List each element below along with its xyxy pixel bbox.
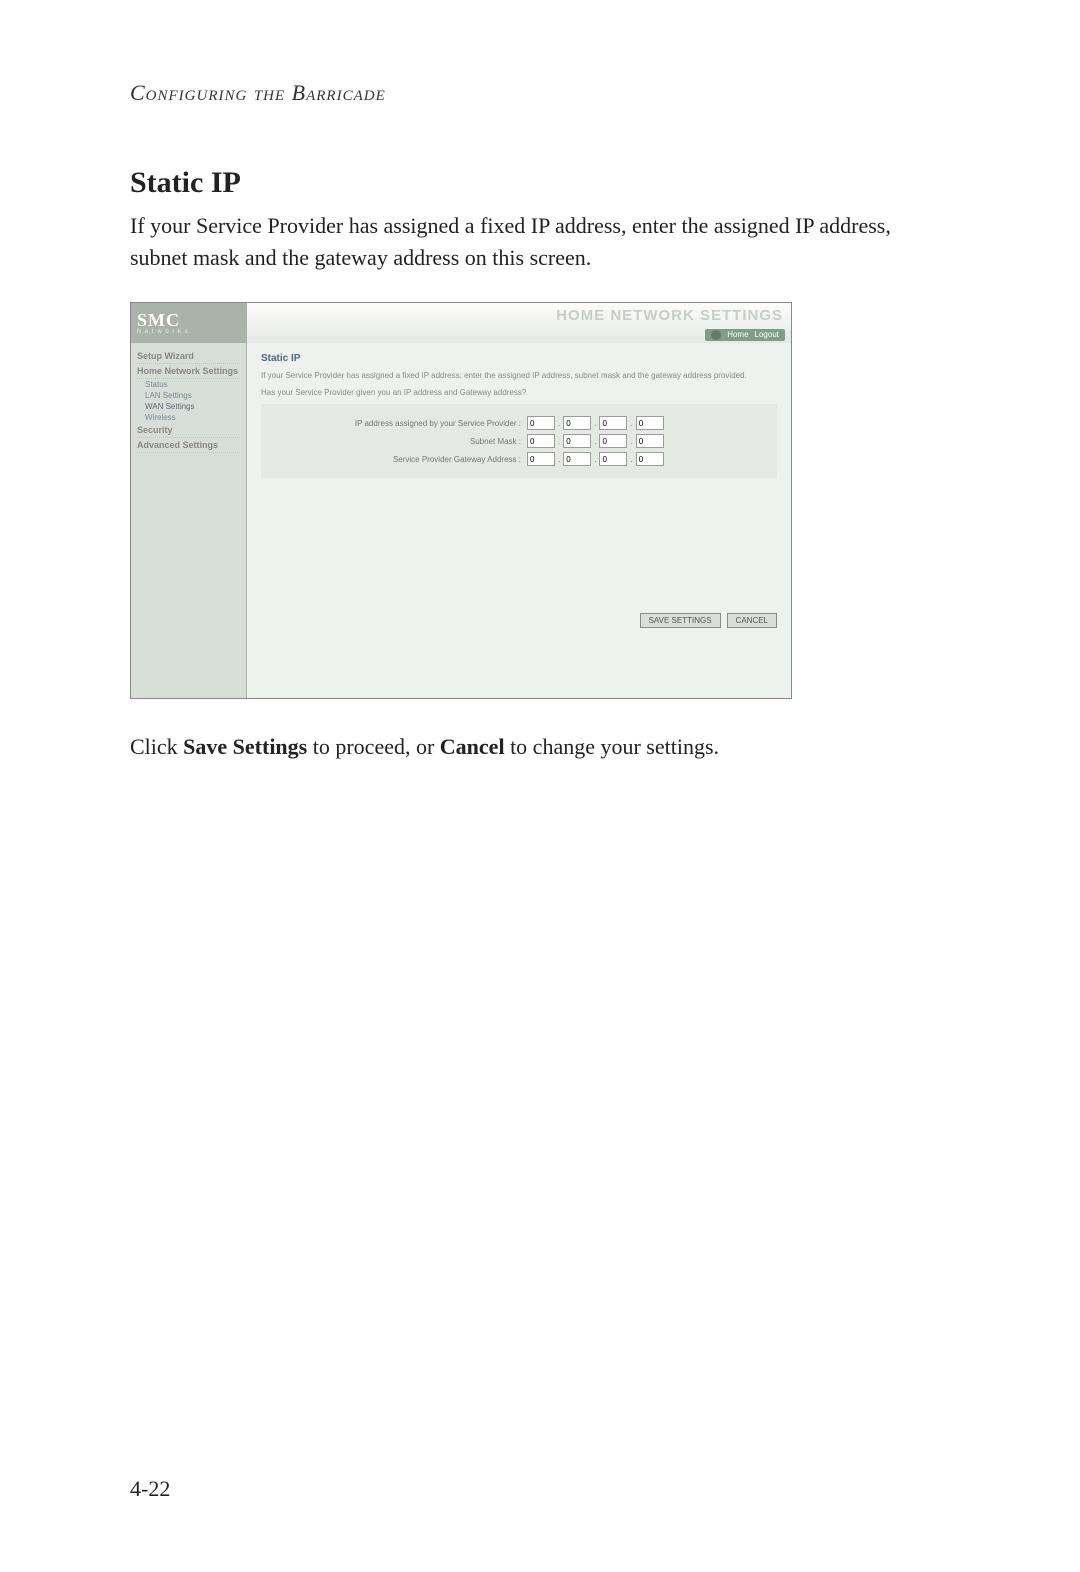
row-mask: Subnet Mask : . . .	[271, 434, 767, 448]
gw-octet-4[interactable]	[636, 452, 664, 466]
nav-wireless[interactable]: Wireless	[137, 412, 240, 423]
outro-pre: Click	[130, 734, 183, 759]
outro-save: Save Settings	[183, 734, 307, 759]
section-heading: Static IP	[130, 166, 950, 200]
field-block: IP address assigned by your Service Prov…	[261, 404, 777, 478]
nav-advanced-settings[interactable]: Advanced Settings	[137, 438, 240, 453]
running-head: Configuring the Barricade	[130, 80, 950, 106]
mask-octet-1[interactable]	[527, 434, 555, 448]
logo-text: SMC	[137, 311, 246, 329]
button-bar: SAVE SETTINGS CANCEL	[640, 613, 777, 628]
page-banner-title: HOME NETWORK SETTINGS	[556, 307, 783, 324]
logout-link[interactable]: Logout	[755, 330, 779, 339]
outro-post: to change your settings.	[505, 734, 719, 759]
home-link[interactable]: Home	[727, 330, 748, 339]
cancel-button[interactable]: CANCEL	[727, 613, 777, 628]
nav-home-network-settings[interactable]: Home Network Settings	[137, 364, 240, 379]
mask-octet-3[interactable]	[599, 434, 627, 448]
logo-box: SMC N e t w o r k s	[131, 303, 246, 343]
page-number: 4-22	[130, 1476, 170, 1502]
ip-octet-4[interactable]	[636, 416, 664, 430]
outro-mid: to proceed, or	[307, 734, 440, 759]
outro-paragraph: Click Save Settings to proceed, or Cance…	[130, 731, 950, 763]
label-mask: Subnet Mask :	[271, 437, 527, 446]
gw-octet-2[interactable]	[563, 452, 591, 466]
ip-octet-2[interactable]	[563, 416, 591, 430]
outro-cancel: Cancel	[440, 734, 505, 759]
gw-octet-3[interactable]	[599, 452, 627, 466]
save-settings-button[interactable]: SAVE SETTINGS	[640, 613, 721, 628]
content-panel: Static IP If your Service Provider has a…	[247, 343, 791, 698]
nav-security[interactable]: Security	[137, 423, 240, 438]
sidebar: SMC N e t w o r k s Setup Wizard Home Ne…	[131, 303, 247, 698]
globe-icon	[711, 330, 721, 340]
nav-lan-settings[interactable]: LAN Settings	[137, 390, 240, 401]
logo-subtext: N e t w o r k s	[137, 329, 246, 335]
help-text-2: Has your Service Provider given you an I…	[261, 387, 777, 398]
nav-status[interactable]: Status	[137, 379, 240, 390]
panel-heading: Static IP	[261, 353, 777, 364]
mask-octet-2[interactable]	[563, 434, 591, 448]
help-text-1: If your Service Provider has assigned a …	[261, 370, 777, 381]
nav-wan-settings[interactable]: WAN Settings	[137, 401, 240, 412]
nav-setup-wizard[interactable]: Setup Wizard	[137, 349, 240, 364]
top-bar: HOME NETWORK SETTINGS Home Logout	[247, 303, 791, 343]
gw-octet-1[interactable]	[527, 452, 555, 466]
router-ui-screenshot: SMC N e t w o r k s Setup Wizard Home Ne…	[130, 302, 792, 699]
intro-paragraph: If your Service Provider has assigned a …	[130, 210, 950, 274]
row-ip: IP address assigned by your Service Prov…	[271, 416, 767, 430]
top-link-bar: Home Logout	[705, 329, 785, 341]
mask-octet-4[interactable]	[636, 434, 664, 448]
label-gateway: Service Provider Gateway Address :	[271, 455, 527, 464]
ip-octet-3[interactable]	[599, 416, 627, 430]
row-gateway: Service Provider Gateway Address : . . .	[271, 452, 767, 466]
nav: Setup Wizard Home Network Settings Statu…	[131, 343, 246, 459]
label-ip: IP address assigned by your Service Prov…	[271, 419, 527, 428]
ip-octet-1[interactable]	[527, 416, 555, 430]
main-area: HOME NETWORK SETTINGS Home Logout Static…	[247, 303, 791, 698]
